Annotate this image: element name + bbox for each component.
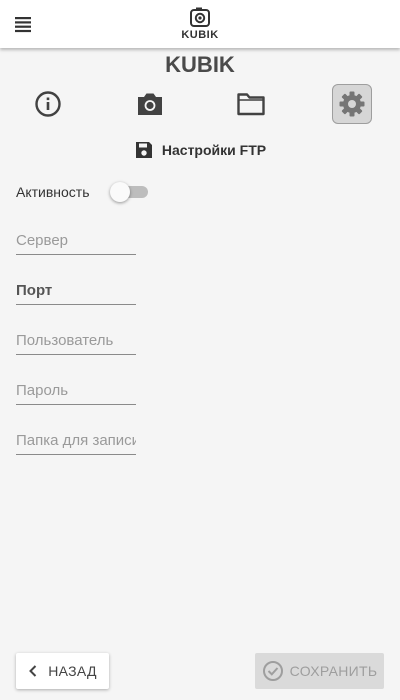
hamburger-menu-button[interactable] xyxy=(14,14,34,34)
toggle-thumb xyxy=(110,182,130,202)
gear-icon xyxy=(339,91,365,117)
logo-text: KUBIK xyxy=(181,29,219,41)
save-button-label: СОХРАНИТЬ xyxy=(289,663,378,679)
back-button[interactable]: НАЗАД xyxy=(16,653,109,689)
port-input[interactable] xyxy=(16,277,136,304)
password-field xyxy=(16,377,136,405)
user-input[interactable] xyxy=(16,327,136,354)
activity-row: Активность xyxy=(16,180,386,204)
activity-toggle[interactable] xyxy=(110,181,150,203)
server-input[interactable] xyxy=(16,227,136,254)
section-heading-text: Настройки FTP xyxy=(161,142,267,158)
save-button[interactable]: СОХРАНИТЬ xyxy=(255,653,384,689)
folder-input[interactable] xyxy=(16,427,136,454)
save-icon xyxy=(135,142,152,158)
port-field xyxy=(16,277,136,305)
nav-camera-button[interactable] xyxy=(130,84,170,124)
nav-info-button[interactable] xyxy=(28,84,68,124)
info-icon xyxy=(35,91,61,117)
check-circle-icon xyxy=(262,661,283,681)
nav-settings-button[interactable] xyxy=(332,84,372,124)
user-field xyxy=(16,327,136,355)
server-field xyxy=(16,227,136,255)
folder-field xyxy=(16,427,136,455)
camera-logo-icon xyxy=(190,7,210,27)
section-nav xyxy=(0,82,400,126)
page-title: KUBIK xyxy=(165,52,235,77)
nav-folder-button[interactable] xyxy=(231,84,271,124)
folder-icon xyxy=(237,93,265,116)
top-app-bar: KUBIK xyxy=(0,0,400,48)
back-button-label: НАЗАД xyxy=(48,663,97,679)
activity-label: Активность xyxy=(16,184,90,200)
password-input[interactable] xyxy=(16,377,136,404)
menu-icon xyxy=(15,17,31,33)
app-logo: KUBIK xyxy=(170,6,230,41)
section-heading: Настройки FTP xyxy=(0,140,400,160)
chevron-left-icon xyxy=(29,665,37,677)
camera-icon xyxy=(138,93,162,115)
